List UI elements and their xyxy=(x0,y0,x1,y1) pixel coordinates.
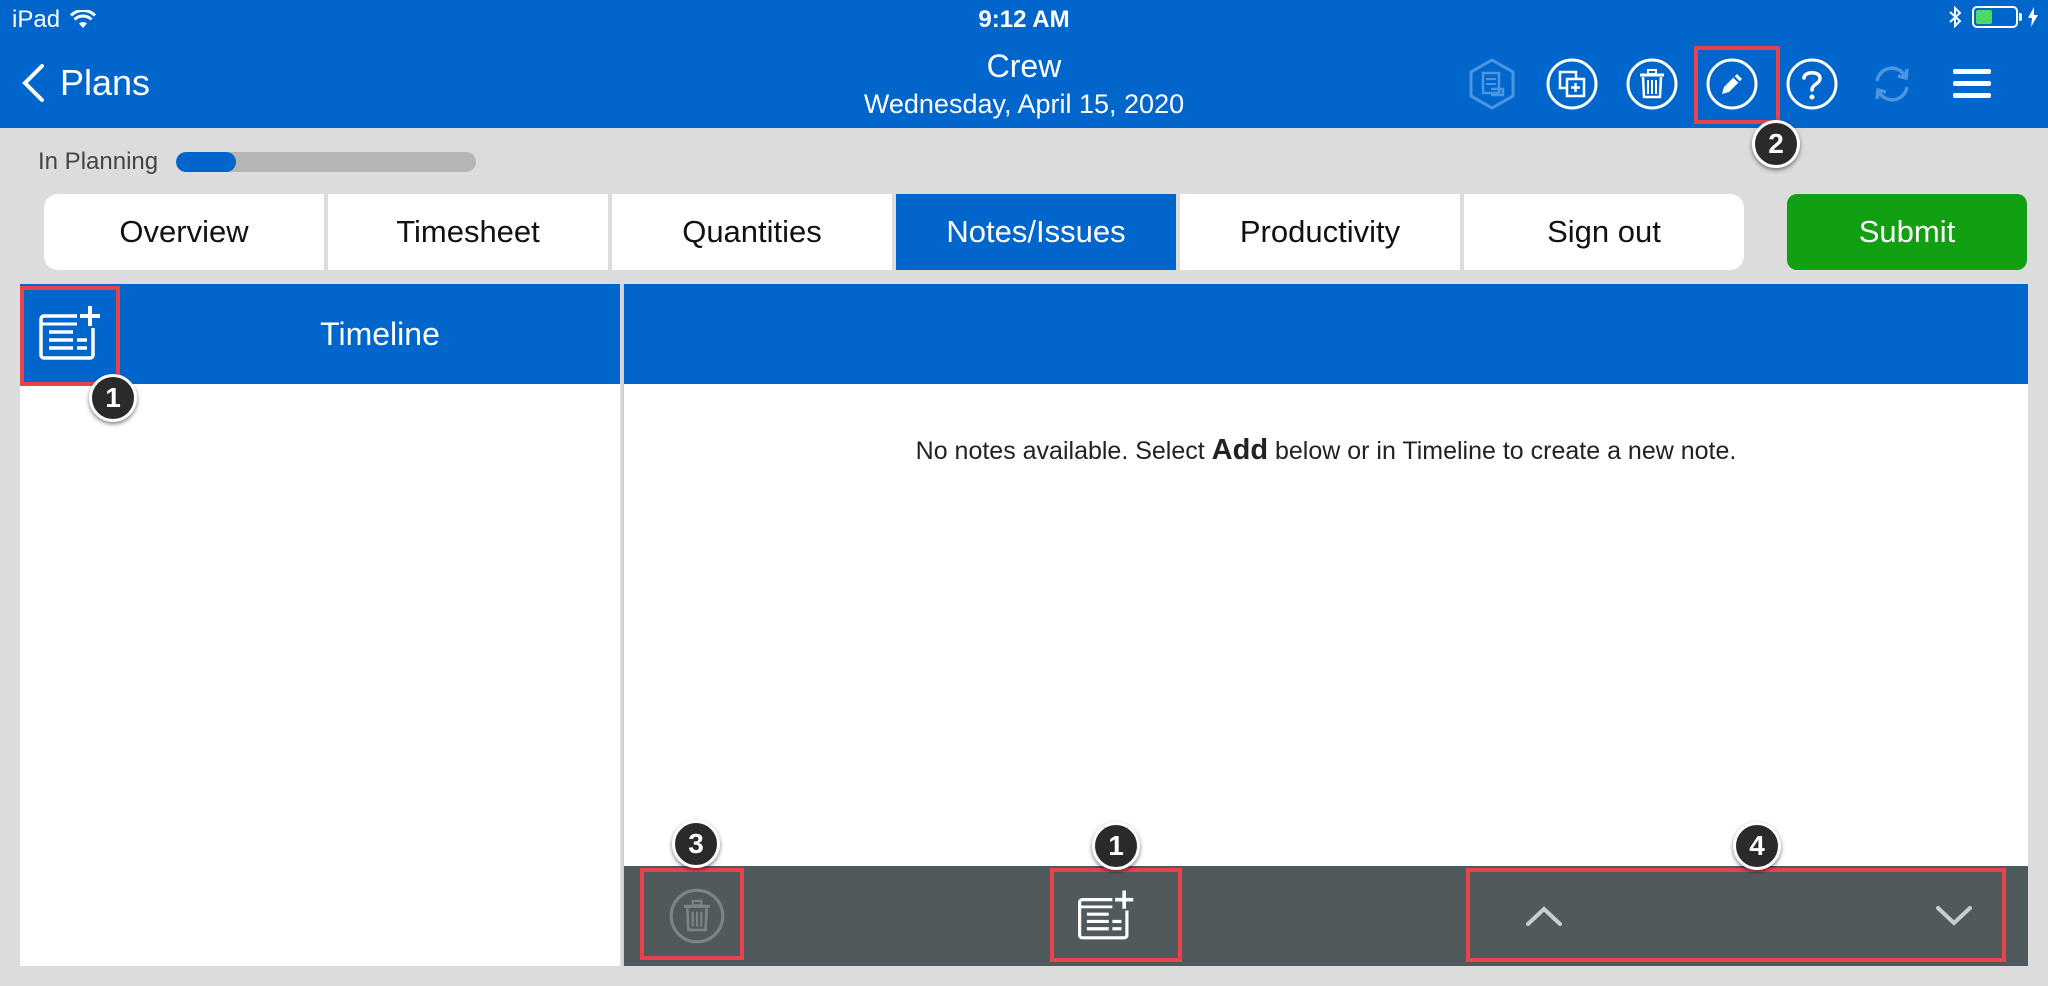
add-note-button[interactable] xyxy=(1062,876,1150,956)
status-label: In Planning xyxy=(38,148,159,175)
add-note-icon xyxy=(1078,888,1136,940)
menu-button[interactable] xyxy=(1942,54,2002,114)
tab-productivity[interactable]: Productivity xyxy=(1180,194,1464,270)
progress-fill xyxy=(176,152,236,172)
status-right xyxy=(1948,6,2038,28)
timeline-header: Timeline xyxy=(20,284,620,384)
trash-icon xyxy=(1626,58,1678,110)
sync-button[interactable] xyxy=(1862,54,1922,114)
chevron-down-icon xyxy=(1936,906,1972,926)
edit-button[interactable] xyxy=(1702,54,1762,114)
annotation-badge-1-bottom: 1 xyxy=(1092,822,1140,870)
tab-quantities[interactable]: Quantities xyxy=(612,194,896,270)
tab-bar: Overview Timesheet Quantities Notes/Issu… xyxy=(44,194,1744,270)
copy-add-icon xyxy=(1546,58,1598,110)
battery-icon xyxy=(1972,6,2022,28)
timeline-title: Timeline xyxy=(320,315,440,352)
trash-icon xyxy=(669,888,725,944)
annotation-badge-4: 4 xyxy=(1733,822,1781,870)
copy-add-button[interactable] xyxy=(1542,54,1602,114)
empty-message-prefix: No notes available. Select xyxy=(915,437,1212,465)
report-icon xyxy=(1469,58,1515,110)
previous-note-button[interactable] xyxy=(1504,876,1584,956)
empty-message-suffix: below or in Timeline to create a new not… xyxy=(1268,437,1737,465)
tab-timesheet[interactable]: Timesheet xyxy=(328,194,612,270)
submit-button[interactable]: Submit xyxy=(1787,194,2027,270)
menu-icon xyxy=(1953,69,1991,98)
notes-panel: No notes available. Select Add below or … xyxy=(622,284,2028,966)
help-icon xyxy=(1786,58,1838,110)
app-header: iPad 9:12 AM Plans Crew Wednesday, April… xyxy=(0,0,2048,128)
timeline-add-note-button[interactable] xyxy=(26,290,114,378)
report-button[interactable] xyxy=(1462,54,1522,114)
bluetooth-icon xyxy=(1949,6,1962,28)
notes-header xyxy=(624,284,2028,384)
tab-overview[interactable]: Overview xyxy=(44,194,328,270)
chevron-up-icon xyxy=(1526,906,1562,926)
delete-note-button[interactable] xyxy=(662,876,732,956)
notes-action-bar xyxy=(624,866,2028,966)
header-toolbar xyxy=(1462,54,1991,114)
tab-notes-issues[interactable]: Notes/Issues xyxy=(896,194,1180,270)
charging-icon xyxy=(2028,7,2038,27)
empty-message-add: Add xyxy=(1211,434,1269,466)
help-button[interactable] xyxy=(1782,54,1842,114)
progress-bar xyxy=(176,152,476,172)
sync-icon xyxy=(1875,66,1909,102)
status-time: 9:12 AM xyxy=(978,6,1070,33)
annotation-badge-2: 2 xyxy=(1752,120,1800,168)
edit-pencil-icon xyxy=(1706,58,1758,110)
delete-button[interactable] xyxy=(1622,54,1682,114)
empty-notes-message: No notes available. Select Add below or … xyxy=(624,434,2028,467)
annotation-badge-1: 1 xyxy=(89,374,137,422)
next-note-button[interactable] xyxy=(1914,876,1994,956)
annotation-badge-3: 3 xyxy=(672,820,720,868)
tab-sign-out[interactable]: Sign out xyxy=(1464,194,1744,270)
add-note-icon xyxy=(39,304,103,360)
